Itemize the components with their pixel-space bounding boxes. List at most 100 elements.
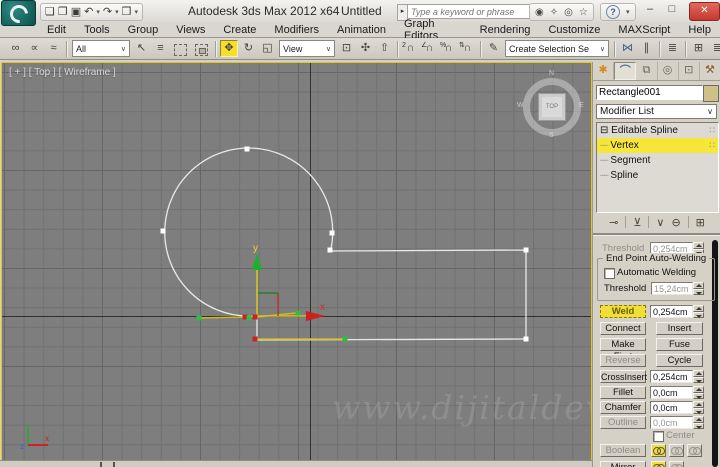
percent-snap-icon[interactable]: ∩%: [440, 40, 457, 57]
menu-customize[interactable]: Customize: [539, 24, 609, 36]
favorites-star-icon[interactable]: ☆: [579, 7, 588, 18]
menu-edit[interactable]: Edit: [38, 24, 75, 36]
select-and-move-icon[interactable]: ✥: [220, 40, 238, 57]
fillet-button[interactable]: Fillet: [600, 386, 646, 399]
selection-filter-dropdown[interactable]: All ∨: [72, 40, 130, 57]
stack-row-spline[interactable]: ┄┄ Spline: [597, 168, 718, 183]
boolean-union-icon[interactable]: [651, 444, 666, 457]
show-end-result-icon[interactable]: ⊻: [633, 216, 641, 229]
select-and-link-icon[interactable]: ∞: [7, 40, 24, 57]
mirror-vertical-icon[interactable]: [669, 461, 684, 467]
unlink-selection-icon[interactable]: ∝: [26, 40, 43, 57]
edit-named-selection-sets-icon[interactable]: ✎: [485, 40, 502, 57]
tab-utilities[interactable]: ⚒: [700, 62, 720, 80]
unselected-vertices[interactable]: [160, 146, 529, 342]
reference-coordinate-system-dropdown[interactable]: View ∨: [279, 40, 335, 57]
mirror-button[interactable]: Mirror: [600, 461, 646, 467]
object-name-field[interactable]: [596, 85, 703, 100]
fuse-button[interactable]: Fuse: [656, 338, 703, 351]
configure-modifier-sets-icon[interactable]: ⊞: [696, 216, 705, 229]
redo-icon[interactable]: ↷: [103, 5, 112, 19]
layer-manager-icon[interactable]: ≣: [664, 40, 681, 57]
menu-maxscript[interactable]: MAXScript: [609, 24, 679, 36]
automatic-welding-checkbox[interactable]: [604, 268, 615, 279]
tab-display[interactable]: ⊡: [679, 62, 700, 80]
weld-threshold-field[interactable]: 0,254cm: [650, 305, 693, 318]
editable-spline-outline[interactable]: [164, 147, 527, 341]
angle-snap-icon[interactable]: ∩ ∠: [421, 40, 438, 57]
weld-button[interactable]: Weld: [600, 305, 646, 318]
named-selection-sets-dropdown[interactable]: Create Selection Se ∨: [505, 40, 609, 57]
graphite-toolbox-icon[interactable]: ⊞: [690, 40, 707, 57]
outline-button[interactable]: Outline: [600, 416, 646, 429]
cross-insert-button[interactable]: CrossInsert: [600, 370, 647, 383]
boolean-button[interactable]: Boolean: [600, 444, 646, 457]
undo-dropdown-icon[interactable]: ▾: [96, 8, 100, 16]
center-checkbox[interactable]: [653, 431, 664, 442]
window-crossing-icon[interactable]: [195, 44, 208, 56]
modifier-list-dropdown[interactable]: Modifier List ∨: [596, 104, 717, 119]
gizmo-y-arrowhead[interactable]: [252, 253, 262, 270]
tab-motion[interactable]: ◎: [658, 62, 679, 80]
menu-group[interactable]: Group: [119, 24, 168, 36]
connect-button[interactable]: Connect: [600, 322, 646, 335]
select-object-icon[interactable]: ↖: [133, 40, 150, 57]
stack-row-segment[interactable]: ┄┄ Segment: [597, 153, 718, 168]
qat-customize-icon[interactable]: ▾: [135, 8, 139, 16]
stack-row-editable-spline[interactable]: ⊟ Editable Spline ∷: [597, 123, 718, 138]
help-icon[interactable]: ?: [606, 5, 620, 19]
undo-icon[interactable]: ↶: [84, 5, 93, 19]
outline-field[interactable]: 0,0cm: [650, 416, 693, 429]
help-dropdown-icon[interactable]: ▾: [626, 8, 630, 16]
redo-dropdown-icon[interactable]: ▾: [115, 8, 119, 16]
snaps-toggle-icon[interactable]: ∩ 2: [402, 40, 419, 57]
stack-row-vertex[interactable]: ┄┄ Vertex ∷: [597, 138, 718, 153]
close-button[interactable]: ✕: [689, 2, 720, 21]
sign-in-key-icon[interactable]: ✧: [550, 7, 558, 18]
cycle-button[interactable]: Cycle: [656, 354, 703, 367]
menu-modifiers[interactable]: Modifiers: [265, 24, 328, 36]
select-and-rotate-icon[interactable]: ↻: [240, 40, 257, 57]
search-icon[interactable]: ◉: [535, 7, 544, 18]
chamfer-spinner[interactable]: [693, 401, 704, 414]
spline-shape-canvas[interactable]: y x: [2, 63, 590, 459]
keyboard-shortcut-override-icon[interactable]: ⇧: [376, 40, 393, 57]
chamfer-button[interactable]: Chamfer: [600, 401, 646, 414]
pin-stack-icon[interactable]: ⊸: [609, 216, 618, 229]
mirror-icon[interactable]: ⋈: [619, 40, 636, 57]
menu-create[interactable]: Create: [214, 24, 265, 36]
spinner-snap-icon[interactable]: ∩ ⇅: [459, 40, 476, 57]
fillet-field[interactable]: 0,0cm: [650, 386, 693, 399]
boolean-subtraction-icon[interactable]: [669, 444, 684, 457]
top-viewport[interactable]: [ + ] [ Top ] [ Wireframe ] N W E S TOP …: [1, 62, 592, 461]
autoweld-threshold-field[interactable]: 15,24cm: [651, 282, 693, 295]
modifier-stack[interactable]: ⊟ Editable Spline ∷ ┄┄ Vertex ∷ ┄┄ Segme…: [596, 122, 719, 213]
maximize-button[interactable]: □: [662, 3, 682, 15]
rectangular-selection-region-icon[interactable]: [174, 44, 187, 56]
align-icon[interactable]: ∥: [638, 40, 655, 57]
tab-create[interactable]: ✱: [593, 62, 615, 80]
tab-modify[interactable]: ⌒: [614, 62, 637, 80]
select-and-manipulate-icon[interactable]: ✣: [357, 40, 374, 57]
select-by-name-icon[interactable]: ≡: [152, 40, 169, 57]
new-file-icon[interactable]: ❏: [45, 5, 55, 19]
menu-rendering[interactable]: Rendering: [471, 24, 540, 36]
curve-editor-icon-partial[interactable]: ≣: [709, 40, 720, 57]
remove-modifier-icon[interactable]: ⊖: [671, 216, 680, 229]
chamfer-field[interactable]: 0,0cm: [650, 401, 693, 414]
boolean-intersection-icon[interactable]: [687, 444, 702, 457]
menu-help[interactable]: Help: [679, 24, 720, 36]
project-folder-icon[interactable]: ❒: [122, 5, 132, 19]
make-first-button[interactable]: Make First: [600, 338, 646, 362]
make-unique-icon[interactable]: ∨: [656, 216, 664, 229]
cross-insert-spinner[interactable]: [693, 370, 704, 383]
minimize-button[interactable]: –: [640, 3, 660, 15]
expand-box-icon[interactable]: ⊟: [600, 125, 608, 136]
menu-views[interactable]: Views: [167, 24, 214, 36]
fillet-spinner[interactable]: [693, 386, 704, 399]
reverse-button[interactable]: Reverse: [600, 354, 646, 367]
use-pivot-point-center-icon[interactable]: ⊡: [338, 40, 355, 57]
save-file-icon[interactable]: ▣: [71, 5, 81, 19]
application-menu-button[interactable]: [1, 0, 36, 27]
object-color-swatch[interactable]: [703, 85, 719, 102]
